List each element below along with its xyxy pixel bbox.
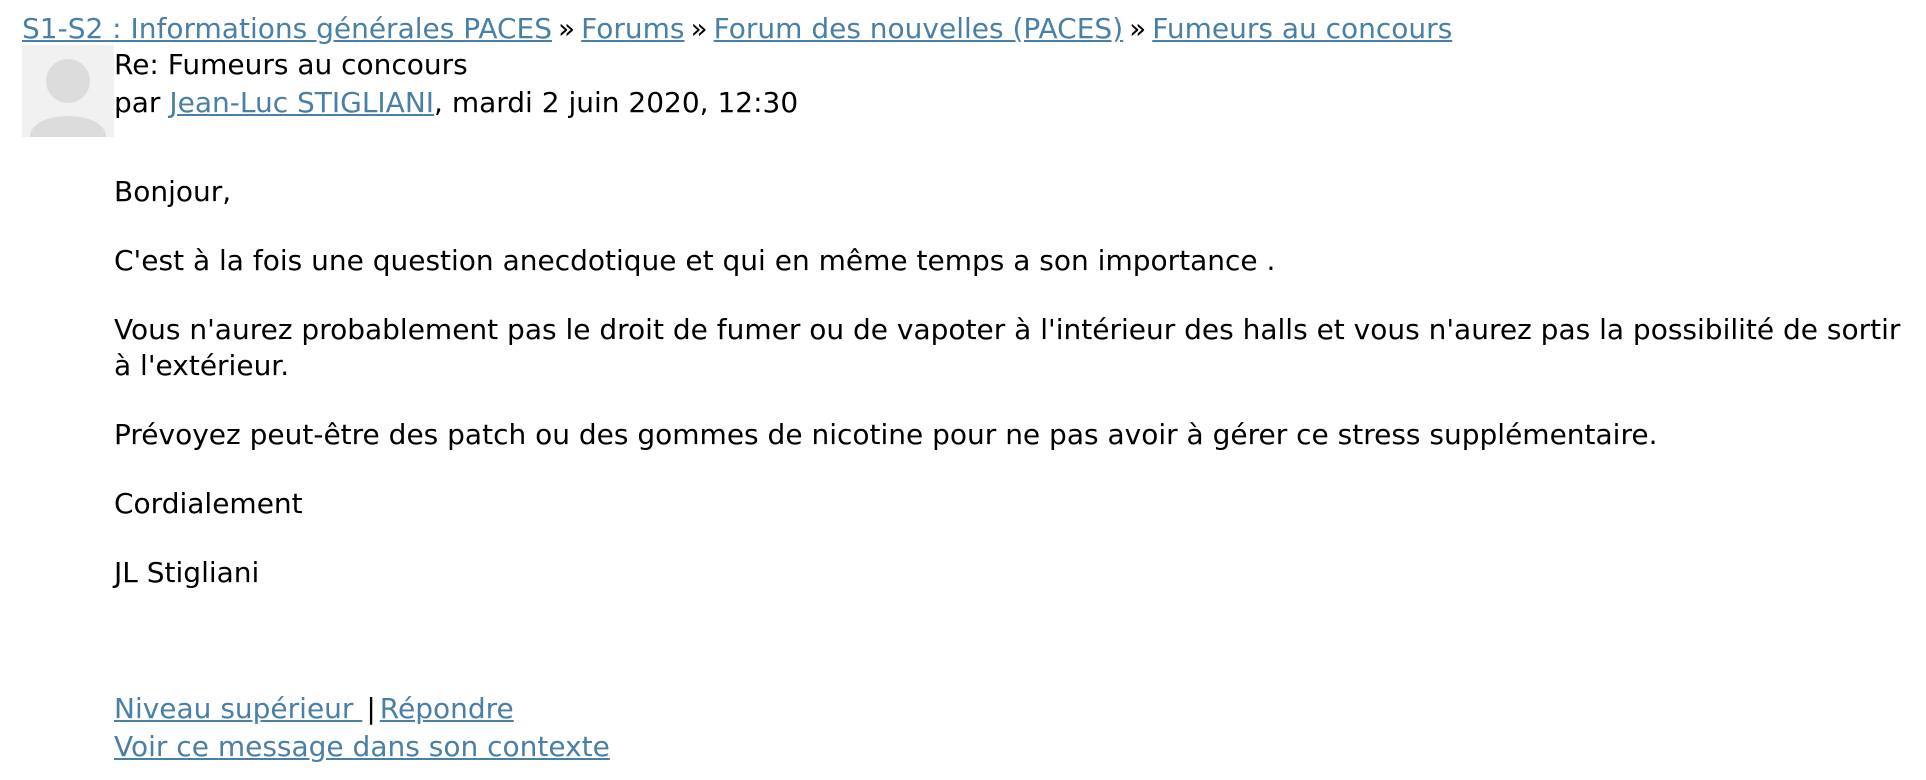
breadcrumb: S1-S2 : Informations générales PACES» For…	[22, 10, 1452, 48]
user-silhouette-icon	[30, 59, 106, 137]
breadcrumb-separator: »	[690, 12, 708, 45]
post-commands: Niveau supérieur | Répondre Voir ce messa…	[114, 690, 610, 766]
post-body: Bonjour, C'est à la fois une question an…	[114, 174, 1914, 624]
breadcrumb-separator: »	[1129, 12, 1147, 45]
context-link[interactable]: Voir ce message dans son contexte	[114, 730, 610, 763]
author-prefix: par	[114, 86, 170, 119]
breadcrumb-link-discussion[interactable]: Fumeurs au concours	[1152, 12, 1452, 45]
breadcrumb-link-forum[interactable]: Forum des nouvelles (PACES)	[714, 12, 1123, 45]
commands-separator: |	[366, 692, 376, 725]
post-paragraph: Vous n'aurez probablement pas le droit d…	[114, 313, 1901, 382]
avatar[interactable]	[22, 45, 114, 137]
post-paragraph: Prévoyez peut-être des patch ou des gomm…	[114, 418, 1658, 451]
post-paragraph: JL Stigliani	[114, 556, 260, 589]
reply-link[interactable]: Répondre	[380, 692, 514, 725]
post-header: Re: Fumeurs au concours par Jean-Luc STI…	[114, 46, 798, 122]
context-row: Voir ce message dans son contexte	[114, 728, 610, 766]
parent-link[interactable]: Niveau supérieur	[114, 692, 362, 725]
commands-row: Niveau supérieur | Répondre	[114, 690, 610, 728]
post-paragraph: C'est à la fois une question anecdotique…	[114, 244, 1276, 277]
author-link[interactable]: Jean-Luc STIGLIANI	[169, 86, 434, 119]
breadcrumb-separator: »	[558, 12, 576, 45]
post-paragraph: Bonjour,	[114, 175, 232, 208]
post-subject: Re: Fumeurs au concours	[114, 48, 468, 81]
breadcrumb-link-forums[interactable]: Forums	[581, 12, 684, 45]
post-author-line: par Jean-Luc STIGLIANI, mardi 2 juin 202…	[114, 84, 798, 122]
post-date: , mardi 2 juin 2020, 12:30	[434, 86, 799, 119]
post-paragraph: Cordialement	[114, 487, 303, 520]
breadcrumb-link-course[interactable]: S1-S2 : Informations générales PACES	[22, 12, 552, 45]
